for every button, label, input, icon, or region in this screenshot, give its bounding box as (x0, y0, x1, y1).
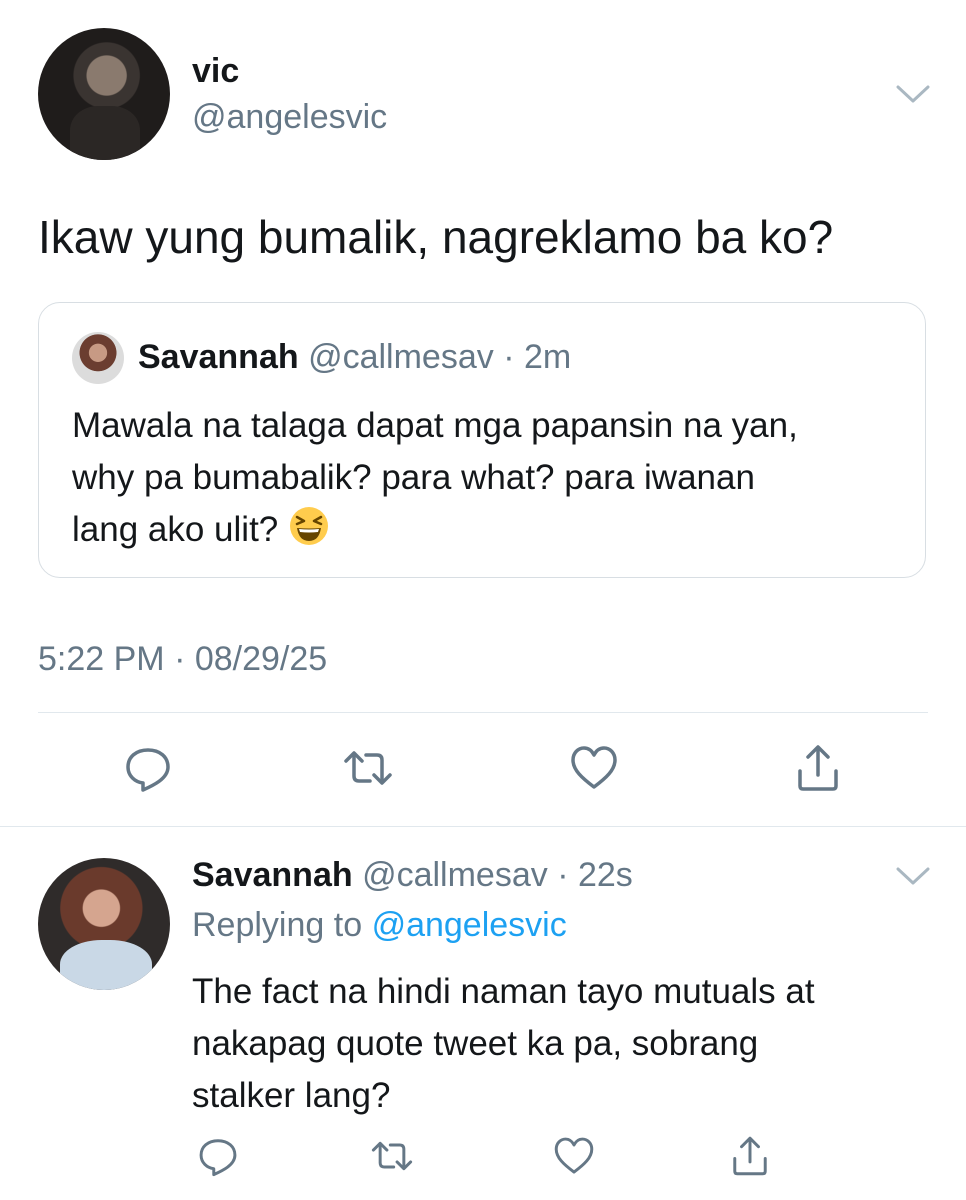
author-name[interactable]: vic (192, 52, 239, 91)
replying-to-handle-link[interactable]: @angelesvic (372, 906, 567, 944)
author-avatar[interactable] (38, 28, 170, 160)
reply-icon[interactable] (122, 742, 174, 794)
like-icon[interactable] (568, 742, 620, 794)
quoted-text-line: Mawala na talaga dapat mga papansin na y… (72, 406, 798, 445)
quoted-text-line-content: lang ako ulit? (72, 510, 279, 549)
share-icon[interactable] (728, 1134, 772, 1178)
retweet-icon[interactable] (370, 1134, 414, 1178)
quoted-tweet-header: Savannah @callmesav · 2m (138, 338, 571, 377)
like-icon[interactable] (552, 1134, 596, 1178)
quoted-author-handle-time: @callmesav · 2m (308, 338, 572, 376)
author-handle[interactable]: @angelesvic (192, 98, 387, 137)
quoted-author-avatar (72, 332, 124, 384)
tweet-timestamp[interactable]: 5:22 PM · 08/29/25 (38, 640, 327, 679)
reply-author-avatar[interactable] (38, 858, 170, 990)
share-icon[interactable] (792, 742, 844, 794)
reply-text-line: The fact na hindi naman tayo mutuals at (192, 972, 815, 1011)
reply-author-handle-time[interactable]: @callmesav · 22s (362, 856, 633, 894)
replying-to: Replying to @angelesvic (192, 906, 567, 945)
reply-icon[interactable] (196, 1134, 240, 1178)
quoted-author-name: Savannah (138, 338, 299, 376)
chevron-down-icon[interactable] (896, 84, 930, 104)
quoted-text-line: why pa bumabalik? para what? para iwanan (72, 458, 755, 497)
reply-header: Savannah @callmesav · 22s (192, 856, 633, 895)
reply-author-name[interactable]: Savannah (192, 856, 353, 894)
quoted-tweet-text: Mawala na talaga dapat mga papansin na y… (72, 400, 798, 556)
reply-text: The fact na hindi naman tayo mutuals at … (192, 966, 815, 1122)
divider (0, 826, 966, 827)
replying-to-label: Replying to (192, 906, 363, 944)
reply-text-line: stalker lang? (192, 1076, 391, 1115)
tweet-text: Ikaw yung bumalik, nagreklamo ba ko? (38, 211, 834, 263)
retweet-icon[interactable] (342, 742, 394, 794)
laughing-emoji-icon (288, 505, 330, 547)
divider (38, 712, 928, 713)
reply-text-line: nakapag quote tweet ka pa, sobrang (192, 1024, 759, 1063)
quoted-text-line: lang ako ulit? (72, 504, 798, 556)
chevron-down-icon[interactable] (896, 866, 930, 886)
